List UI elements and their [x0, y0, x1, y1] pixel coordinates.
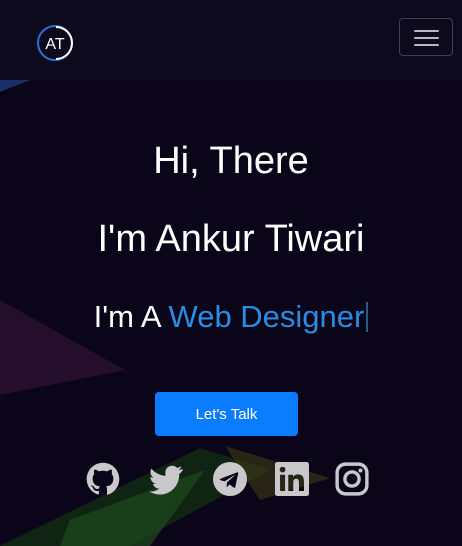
typing-cursor	[366, 302, 369, 332]
hero-role-highlight: Web Designer	[168, 299, 365, 334]
twitter-icon	[149, 465, 183, 495]
instagram-icon	[335, 462, 369, 496]
navbar-toggler-button[interactable]	[399, 18, 453, 56]
hero-role: I'm A Web Designer	[0, 297, 462, 337]
linkedin-icon	[275, 462, 309, 496]
social-link-twitter[interactable]	[149, 462, 183, 496]
social-link-linkedin[interactable]	[275, 462, 309, 496]
social-link-instagram[interactable]	[335, 462, 369, 496]
github-icon	[86, 462, 120, 495]
hero-name: I'm Ankur Tiwari	[97, 218, 365, 260]
social-link-telegram[interactable]	[213, 462, 247, 496]
telegram-icon	[213, 462, 247, 496]
logo-text: AT	[45, 36, 64, 53]
social-links	[0, 462, 462, 498]
background-shape-blue	[0, 80, 30, 92]
logo[interactable]: AT	[36, 24, 74, 62]
lets-talk-button[interactable]: Let's Talk	[155, 392, 298, 436]
logo-mark: AT	[37, 25, 73, 61]
navbar: AT	[0, 0, 462, 80]
social-link-github[interactable]	[86, 462, 120, 496]
hero-greeting: Hi, There	[153, 140, 309, 182]
hero-role-prefix: I'm A	[93, 299, 160, 334]
page: AT Hi, There I'm Ankur Tiwari I'm A Web …	[0, 0, 462, 546]
